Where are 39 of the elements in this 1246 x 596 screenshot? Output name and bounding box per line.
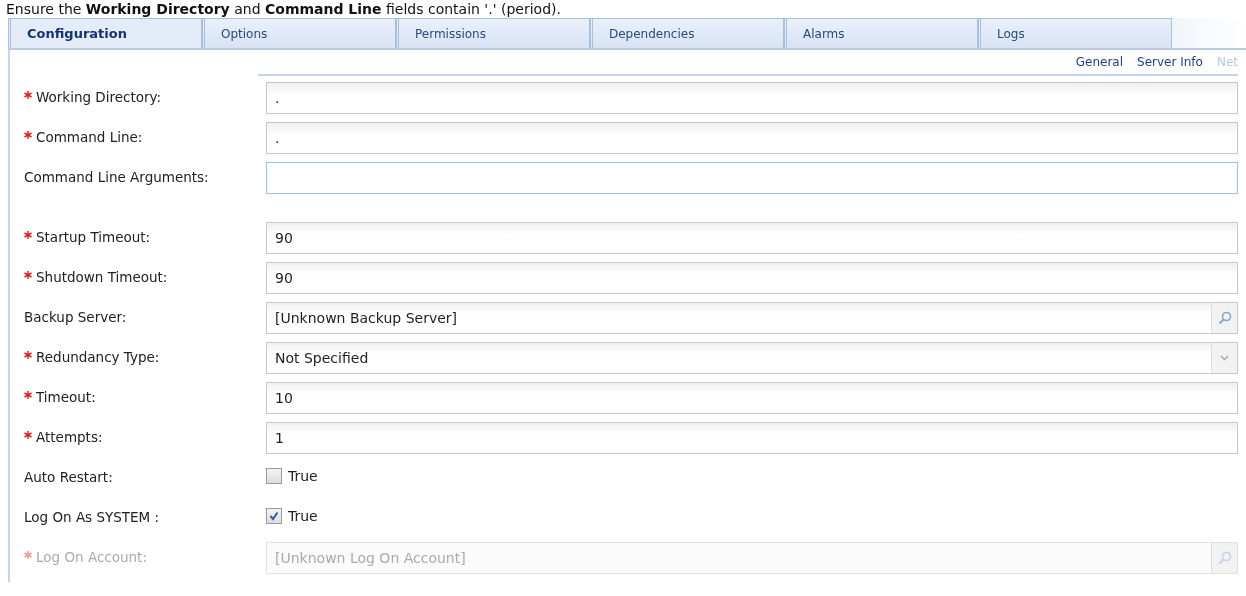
checkbox-label: True bbox=[288, 508, 318, 524]
input-field[interactable]: 90 bbox=[266, 262, 1238, 294]
input-field[interactable]: 10 bbox=[266, 382, 1238, 414]
input-field[interactable]: 1 bbox=[266, 422, 1238, 454]
dropdown-field[interactable]: Not Specified bbox=[266, 342, 1238, 374]
tab[interactable]: Options bbox=[202, 18, 396, 48]
tab[interactable]: Configuration bbox=[8, 18, 202, 48]
section-link[interactable]: General bbox=[1075, 55, 1124, 69]
checkbox[interactable] bbox=[266, 508, 282, 524]
field-label: Redundancy Type: bbox=[36, 348, 161, 366]
field-label: Log On Account: bbox=[36, 548, 148, 566]
input-field[interactable]: . bbox=[266, 122, 1238, 154]
tab[interactable]: Logs bbox=[978, 18, 1172, 48]
caret-icon bbox=[1220, 355, 1229, 361]
field-label: Command Line: bbox=[36, 128, 144, 146]
tab[interactable]: Permissions bbox=[396, 18, 590, 48]
tab[interactable]: Alarms bbox=[784, 18, 978, 48]
field-label: Attempts: bbox=[36, 428, 104, 446]
tab[interactable]: Dependencies bbox=[590, 18, 784, 48]
checkbox[interactable] bbox=[266, 468, 282, 484]
search-icon bbox=[1217, 551, 1232, 565]
field-label: Auto Restart: bbox=[24, 468, 114, 486]
dropdown-button[interactable] bbox=[1211, 343, 1237, 373]
input-field[interactable]: . bbox=[266, 82, 1238, 114]
field-label: Startup Timeout: bbox=[36, 228, 152, 246]
checkbox-label: True bbox=[288, 468, 318, 484]
input-field[interactable]: [Unknown Backup Server] bbox=[266, 302, 1238, 334]
field-label: Command Line Arguments: bbox=[24, 168, 210, 186]
field-label: Timeout: bbox=[36, 388, 97, 406]
field-label: Shutdown Timeout: bbox=[36, 268, 169, 286]
instruction-text: Ensure the Working Directory and Command Line fields contain '.' (period). bbox=[5, 0, 562, 18]
search-icon bbox=[1217, 311, 1232, 325]
field-label: Backup Server: bbox=[24, 308, 128, 326]
field-label: Log On As SYSTEM : bbox=[24, 508, 161, 526]
search-button[interactable] bbox=[1211, 303, 1237, 333]
input-field[interactable]: 90 bbox=[266, 222, 1238, 254]
input-field[interactable] bbox=[266, 162, 1238, 194]
field-label: Working Directory: bbox=[36, 88, 163, 106]
section-link[interactable]: Server Info bbox=[1137, 55, 1203, 69]
